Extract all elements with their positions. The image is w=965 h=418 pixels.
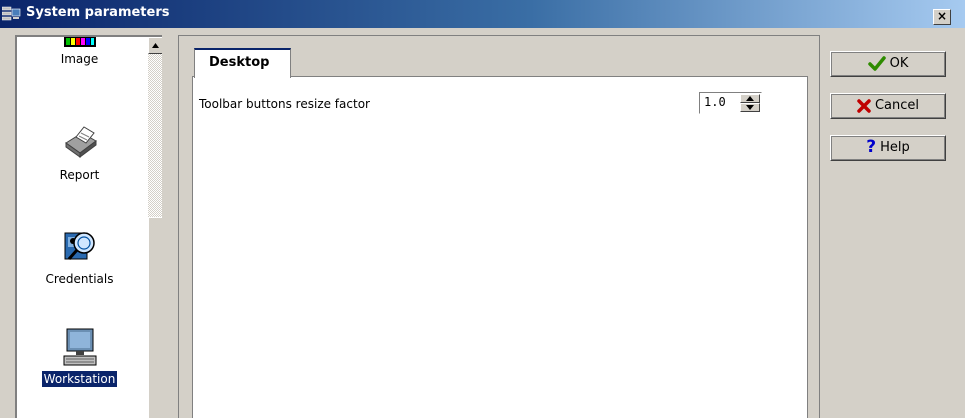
palette-icon xyxy=(63,37,96,47)
checkmark-icon xyxy=(867,55,886,71)
nav-item-image[interactable]: Image xyxy=(17,37,142,67)
computer-icon xyxy=(63,328,96,366)
nav-item-label: Credentials xyxy=(45,272,114,286)
ok-label: OK xyxy=(889,56,909,71)
nav-item-label: Workstation xyxy=(41,371,118,387)
cancel-label: Cancel xyxy=(874,98,920,113)
spinner-buttons xyxy=(740,94,760,112)
window-title: System parameters xyxy=(26,5,170,20)
nav-item-credentials[interactable]: Credentials xyxy=(17,229,142,287)
scroll-up-button[interactable] xyxy=(148,37,162,54)
cross-icon xyxy=(857,98,871,113)
arrow-down-icon xyxy=(746,105,754,110)
arrow-up-icon xyxy=(746,96,754,101)
close-icon: × xyxy=(936,9,948,23)
system-parameters-icon xyxy=(2,6,21,21)
printer-icon xyxy=(64,126,97,158)
arrow-up-icon xyxy=(152,43,159,48)
spinner-down-button[interactable] xyxy=(740,103,760,112)
toolbar-resize-input[interactable] xyxy=(704,95,738,109)
ok-button[interactable]: OK xyxy=(830,51,946,77)
close-button[interactable]: × xyxy=(933,9,951,25)
nav-scrollbar[interactable] xyxy=(148,37,162,418)
tab-desktop[interactable]: Desktop xyxy=(194,48,291,78)
cancel-button[interactable]: Cancel xyxy=(830,93,946,119)
scroll-thumb[interactable] xyxy=(148,217,162,418)
help-button[interactable]: ? Help xyxy=(830,135,946,161)
category-list[interactable]: Image Report Credentials Workstation xyxy=(15,35,162,418)
tab-label: Desktop xyxy=(209,55,270,70)
nav-item-workstation[interactable]: Workstation xyxy=(17,327,142,387)
spinner-up-button[interactable] xyxy=(740,94,760,103)
help-label: Help xyxy=(880,140,910,155)
toolbar-resize-label: Toolbar buttons resize factor xyxy=(199,97,370,111)
tab-page-desktop xyxy=(192,76,808,418)
toolbar-resize-spinner[interactable] xyxy=(699,92,762,114)
credentials-icon xyxy=(64,232,95,260)
help-icon: ? xyxy=(866,137,877,157)
nav-item-report[interactable]: Report xyxy=(17,125,142,183)
title-bar: System parameters × xyxy=(0,0,965,28)
nav-item-label: Image xyxy=(60,52,99,66)
nav-item-label: Report xyxy=(59,168,100,182)
